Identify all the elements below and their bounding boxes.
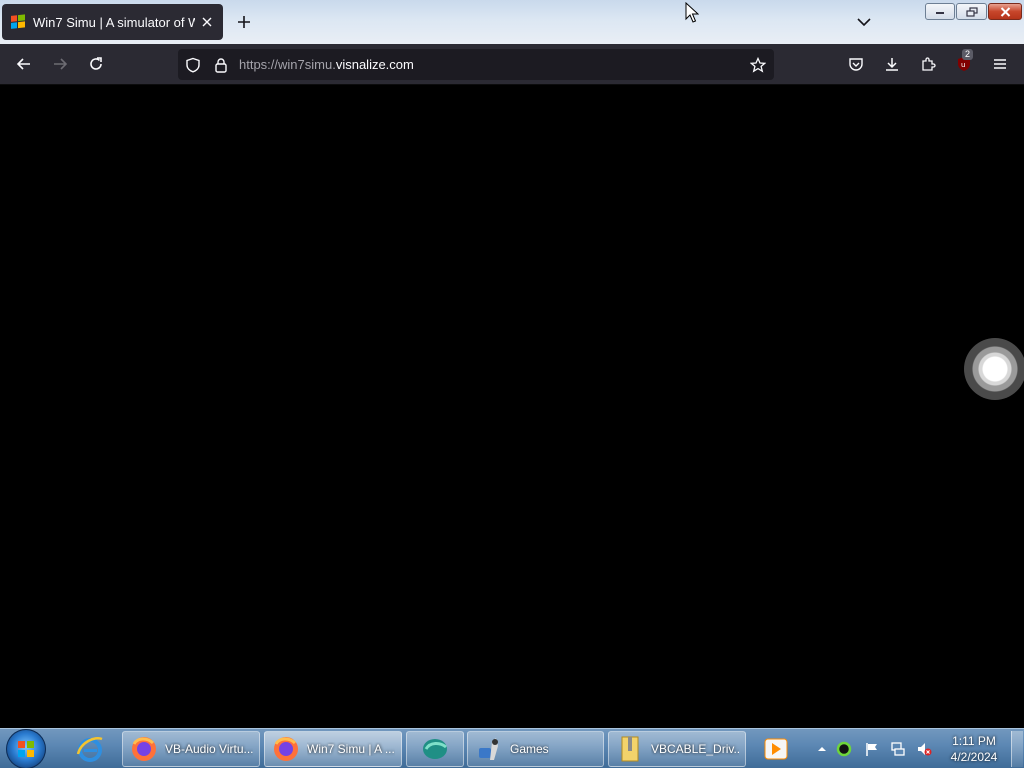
taskbar-label: Win7 Simu | A ...	[307, 742, 395, 756]
screen: Win7 Simu | A simulator of Windows 7	[0, 0, 1024, 768]
taskbar-window-games[interactable]: Games	[467, 731, 604, 767]
pinned-internet-explorer[interactable]	[66, 731, 114, 767]
url-text[interactable]: https://win7simu.visnalize.com	[239, 57, 748, 72]
minimize-icon	[936, 11, 944, 14]
green-circle-icon	[836, 741, 852, 757]
forward-button[interactable]	[48, 52, 72, 76]
bookmark-star-icon[interactable]	[748, 55, 768, 75]
media-player-icon	[764, 738, 788, 760]
reload-button[interactable]	[84, 52, 108, 76]
pocket-icon	[849, 58, 863, 71]
taskbar-label: Games	[510, 742, 549, 756]
windows-logo-icon	[18, 741, 34, 757]
network-icon	[891, 742, 905, 756]
pocket-button[interactable]	[844, 52, 868, 76]
taskbar-label: VB-Audio Virtu...	[165, 742, 253, 756]
window-close-button[interactable]	[988, 3, 1022, 20]
reload-icon	[90, 57, 102, 70]
internet-explorer-icon	[76, 737, 103, 762]
games-icon	[479, 738, 498, 760]
hamburger-icon	[994, 59, 1006, 69]
zip-folder-icon	[621, 736, 639, 762]
new-tab-button[interactable]	[234, 12, 254, 32]
app-icon	[423, 739, 447, 759]
taskbar-window-app[interactable]	[406, 731, 464, 767]
arrow-right-icon	[54, 58, 68, 70]
triangle-up-icon	[818, 747, 826, 751]
lock-icon[interactable]	[211, 55, 231, 75]
svg-text:u: u	[961, 61, 965, 69]
tab-win7-simu[interactable]: Win7 Simu | A simulator of Windows 7	[2, 4, 223, 40]
floating-touch-button[interactable]	[964, 338, 1024, 400]
browser-nav-bar: https://win7simu.visnalize.com u 2	[0, 44, 1024, 85]
app-menu-button[interactable]	[988, 52, 1012, 76]
minimize-button[interactable]	[925, 3, 955, 20]
restore-button[interactable]	[956, 3, 987, 20]
mouse-cursor-icon	[685, 2, 699, 23]
extensions-button[interactable]	[916, 52, 940, 76]
close-icon	[1000, 6, 1010, 17]
tracking-protection-shield-icon[interactable]	[183, 55, 203, 75]
windows-flag-favicon-icon	[11, 14, 25, 29]
taskbar-window-vb-audio[interactable]: VB-Audio Virtu...	[122, 731, 260, 767]
arrow-left-icon	[16, 58, 30, 70]
start-button[interactable]	[6, 729, 46, 768]
restore-icon	[965, 6, 978, 17]
tray-action-center[interactable]	[864, 741, 880, 757]
puzzle-icon	[922, 57, 936, 71]
taskbar-window-vbcable[interactable]: VBCABLE_Driv...	[608, 731, 746, 767]
tray-green-status[interactable]	[836, 741, 852, 757]
downloads-button[interactable]	[880, 52, 904, 76]
url-prefix: https://win7simu.	[239, 57, 336, 72]
action-center-flag-icon	[866, 743, 877, 756]
url-domain: visnalize.com	[335, 57, 414, 72]
taskbar-window-media-player[interactable]	[752, 731, 800, 767]
plus-icon	[238, 16, 250, 28]
browser-tab-strip: Win7 Simu | A simulator of Windows 7	[0, 0, 1024, 44]
ublock-badge: 2	[962, 49, 974, 60]
download-icon	[886, 58, 898, 71]
page-content-area	[0, 85, 1024, 728]
taskbar: VB-Audio Virtu... Win7 Simu | A ... Game…	[0, 728, 1024, 768]
back-button[interactable]	[12, 52, 36, 76]
chevron-down-icon	[857, 18, 871, 27]
tray-network[interactable]	[890, 741, 906, 757]
ublock-button[interactable]: u 2	[952, 49, 976, 76]
firefox-icon	[132, 737, 156, 761]
tray-volume[interactable]	[916, 741, 932, 757]
firefox-icon	[274, 737, 298, 761]
show-desktop-button[interactable]	[1011, 731, 1023, 767]
clock-date: 4/2/2024	[950, 750, 998, 764]
clock-time: 1:11 PM	[952, 734, 996, 748]
tab-close-icon[interactable]	[199, 14, 215, 30]
tab-title: Win7 Simu | A simulator of Windows 7	[33, 14, 195, 30]
taskbar-label: VBCABLE_Driv...	[651, 742, 739, 756]
show-hidden-icons-button[interactable]	[814, 741, 830, 757]
tray-clock[interactable]: 1:11 PM 4/2/2024	[942, 733, 1006, 765]
volume-muted-icon	[918, 743, 932, 756]
taskbar-window-win7-simu[interactable]: Win7 Simu | A ...	[264, 731, 402, 767]
list-all-tabs-button[interactable]	[854, 12, 874, 32]
url-bar[interactable]: https://win7simu.visnalize.com	[178, 49, 774, 80]
